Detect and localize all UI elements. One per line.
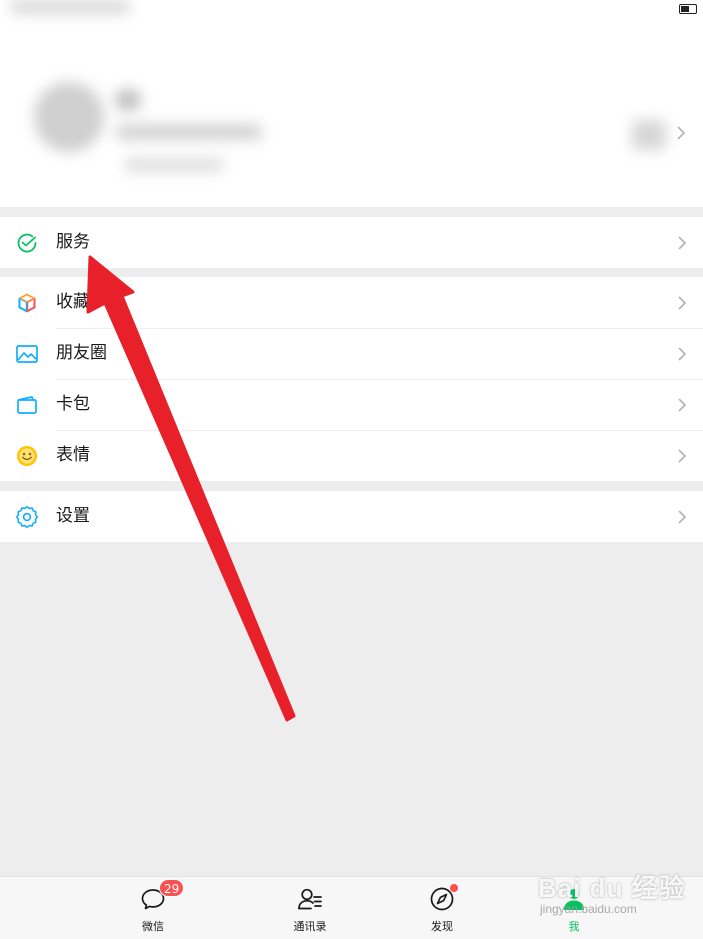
menu-item-services[interactable]: 服务	[0, 217, 703, 268]
services-group: 服务	[0, 217, 703, 268]
features-group: 收藏 朋友圈 卡包 表情	[0, 277, 703, 481]
tab-chats[interactable]: 29 微信	[103, 877, 203, 939]
baidu-jingyan-watermark: Bai du 经验 jingyan.baidu.com	[538, 862, 698, 922]
chevron-right-icon	[677, 126, 686, 140]
contacts-person-icon	[298, 888, 322, 910]
menu-item-label: 设置	[56, 506, 90, 526]
chevron-right-icon	[678, 296, 687, 310]
chevron-right-icon	[678, 236, 687, 250]
watermark-url: jingyan.baidu.com	[540, 902, 637, 916]
tab-discover[interactable]: 发现	[392, 877, 492, 939]
menu-item-settings[interactable]: 设置	[0, 491, 703, 542]
chevron-right-icon	[678, 449, 687, 463]
profile-id-blurred	[116, 124, 262, 140]
profile-name-blurred	[116, 90, 140, 110]
chevron-right-icon	[678, 398, 687, 412]
menu-item-moments[interactable]: 朋友圈	[0, 328, 703, 379]
settings-group: 设置	[0, 491, 703, 542]
tab-contacts[interactable]: 通讯录	[260, 877, 360, 939]
menu-item-label: 卡包	[56, 394, 90, 414]
battery-icon	[679, 4, 697, 14]
tab-label: 通讯录	[293, 920, 327, 933]
watermark-logo-text: Bai du 经验	[538, 873, 686, 903]
avatar[interactable]	[34, 82, 104, 152]
profile-header[interactable]	[0, 0, 703, 207]
menu-item-label: 收藏	[56, 292, 90, 312]
card-wallet-icon	[17, 396, 37, 414]
favorites-cube-icon	[18, 293, 36, 313]
sticker-smile-icon	[17, 446, 37, 466]
chevron-right-icon	[678, 347, 687, 361]
unread-badge: 29	[159, 879, 185, 897]
profile-status-blurred	[124, 158, 224, 172]
tab-label: 微信	[142, 920, 164, 933]
qr-code-icon[interactable]	[632, 120, 666, 150]
menu-item-stickers[interactable]: 表情	[0, 430, 703, 481]
tab-label: 发现	[431, 920, 453, 933]
new-activity-dot	[450, 884, 458, 892]
chevron-right-icon	[678, 510, 687, 524]
status-bar-blurred	[10, 0, 130, 14]
menu-item-label: 服务	[56, 232, 90, 252]
moments-photo-icon	[16, 345, 38, 363]
profile-blur-layer	[0, 0, 703, 207]
menu-item-label: 朋友圈	[56, 343, 107, 363]
menu-item-favorites[interactable]: 收藏	[0, 277, 703, 328]
menu-item-label: 表情	[56, 445, 90, 465]
services-check-icon	[17, 233, 37, 253]
menu-item-cards[interactable]: 卡包	[0, 379, 703, 430]
settings-gear-icon	[16, 506, 38, 528]
